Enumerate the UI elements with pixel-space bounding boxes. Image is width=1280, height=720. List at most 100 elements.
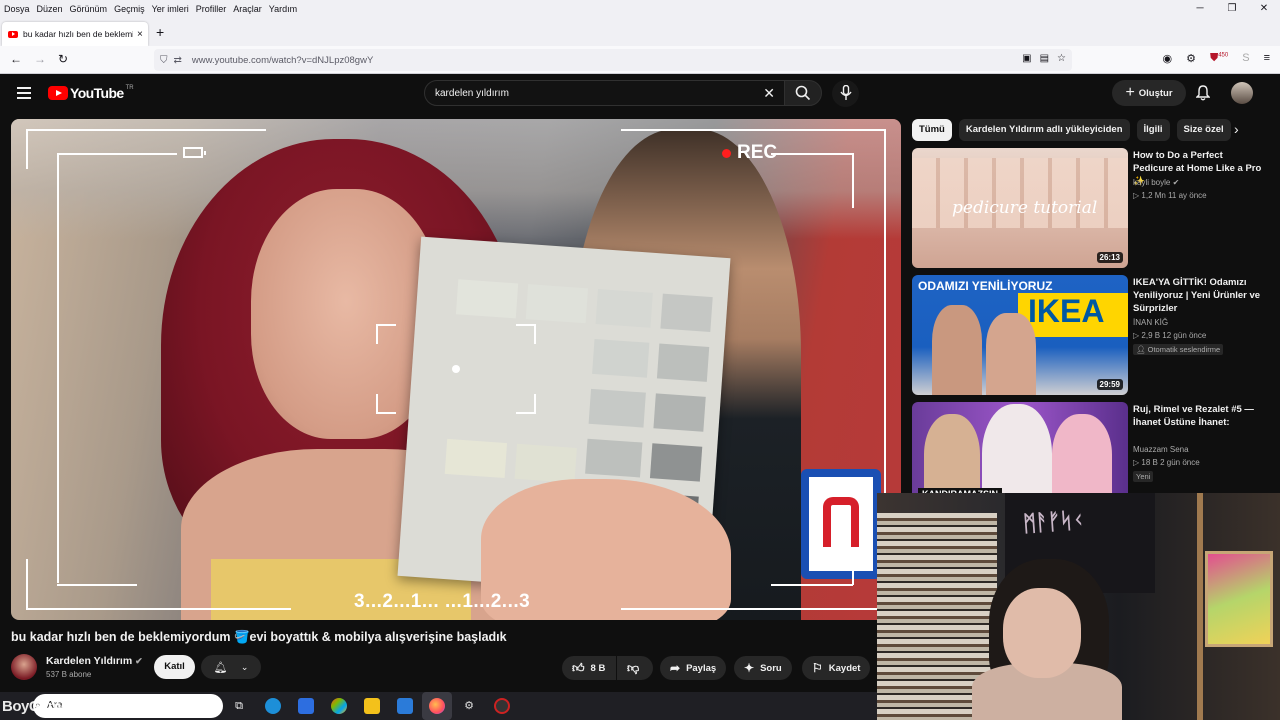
firefox-icon xyxy=(429,698,445,714)
subscriber-count: 537 B abone xyxy=(46,670,92,679)
channel-watermark: BoyGame xyxy=(2,698,69,715)
menu-view[interactable]: Görünüm xyxy=(70,4,108,14)
status-badge-text: Otomatik seslendirme xyxy=(1147,345,1221,354)
channel-name[interactable]: Muazzam Sena xyxy=(1133,445,1189,454)
share-button[interactable]: ➦ Paylaş xyxy=(660,656,727,680)
video-stats-text: 1,2 Mn 11 ay önce xyxy=(1141,191,1207,200)
pip-icon[interactable]: ▣ xyxy=(1022,53,1031,64)
create-label: Oluştur xyxy=(1138,87,1173,99)
ublock-icon[interactable]: ⛊450 xyxy=(1210,52,1228,65)
menu-history[interactable]: Geçmiş xyxy=(114,4,145,14)
close-window-icon[interactable]: ✕ xyxy=(1248,0,1280,18)
chip-related[interactable]: İlgili xyxy=(1136,119,1170,141)
obs-icon[interactable] xyxy=(494,698,510,714)
voice-search-button[interactable] xyxy=(832,80,859,107)
recommendation-item[interactable]: pedicure tutorial 26:13 How to Do a Perf… xyxy=(912,148,1272,268)
notifications-bell-icon[interactable] xyxy=(1196,85,1210,101)
dislike-button[interactable]: 👎︎ xyxy=(617,656,653,680)
menu-help[interactable]: Yardım xyxy=(269,4,297,14)
menu-profiles[interactable]: Profiller xyxy=(196,4,227,14)
menu-tools[interactable]: Araçlar xyxy=(233,4,262,14)
youtube-header: YouTube TR kardelen yıldırım ✕ + Oluştur xyxy=(0,74,1280,112)
countdown-text: 3...2...1... ...1...2...3 xyxy=(354,591,531,612)
reader-icon[interactable]: ▤ xyxy=(1040,53,1049,64)
channel-name[interactable]: Kardelen Yıldırım ✔ xyxy=(46,655,143,667)
video-player[interactable]: REC 3...2...1... ...1...2...3 xyxy=(11,119,901,620)
search-input[interactable]: kardelen yıldırım ✕ xyxy=(424,80,786,106)
extension-s-icon[interactable]: S xyxy=(1242,52,1249,65)
search-query[interactable]: kardelen yıldırım xyxy=(435,88,509,99)
chip-for-you[interactable]: Size özel xyxy=(1176,119,1231,141)
record-dot-icon xyxy=(722,149,731,158)
channel-name-text[interactable]: Kardelen Yıldırım xyxy=(46,655,132,667)
ask-label: Soru xyxy=(760,662,782,674)
channel-name-text[interactable]: kayli boyle xyxy=(1133,178,1170,187)
menu-bookmarks[interactable]: Yer imleri xyxy=(152,4,189,14)
bookmark-star-icon[interactable]: ☆ xyxy=(1057,53,1066,64)
extensions-icon[interactable]: ⚙ xyxy=(1186,52,1196,65)
thumb-caption: pedicure tutorial xyxy=(952,198,1098,218)
channel-name[interactable]: İNAN KİĞ xyxy=(1133,318,1168,327)
scene-store-sign xyxy=(801,469,881,579)
store-icon[interactable] xyxy=(298,698,314,714)
hamburger-menu-icon[interactable]: ≡ xyxy=(1264,52,1270,65)
address-bar[interactable]: ⛉ ⇄ www.youtube.com/watch?v=dNJLpz08gwY … xyxy=(154,49,1072,71)
tab-title: bu kadar hızlı ben de beklemiyordum xyxy=(23,29,133,39)
menu-edit[interactable]: Düzen xyxy=(37,4,63,14)
recommendation-item[interactable]: ODAMIZI YENİLİYORUZ IKEA 29:59 IKEA'YA G… xyxy=(912,275,1272,395)
logo-text: YouTube xyxy=(70,85,124,101)
bell-icon: 🔔︎ xyxy=(213,661,228,674)
restore-icon[interactable]: ❐ xyxy=(1216,0,1248,18)
like-button[interactable]: 👍︎ 8 B xyxy=(562,656,616,680)
microphone-icon xyxy=(840,85,852,100)
video-thumbnail[interactable]: ODAMIZI YENİLİYORUZ IKEA 29:59 xyxy=(912,275,1128,395)
video-title[interactable]: Ruj, Rimel ve Rezalet #5 — İhanet Üstüne… xyxy=(1133,403,1263,429)
edge-icon[interactable] xyxy=(265,698,281,714)
account-icon[interactable]: ◉ xyxy=(1162,52,1172,65)
minimize-icon[interactable]: ─ xyxy=(1184,0,1216,18)
permissions-icon[interactable]: ⇄ xyxy=(174,55,182,66)
join-button[interactable]: Katıl xyxy=(154,655,195,679)
new-tab-button[interactable]: + xyxy=(156,24,164,40)
webcam-overlay: ᛗᚨᚠᛋᚲ xyxy=(877,493,1280,720)
bookmark-icon: ⚐ xyxy=(812,661,823,675)
search-button[interactable] xyxy=(784,80,822,106)
forward-icon[interactable]: → xyxy=(34,52,46,66)
channel-avatar[interactable] xyxy=(11,654,37,680)
guide-menu-icon[interactable] xyxy=(17,87,31,102)
scene-streamer-face xyxy=(1003,588,1081,678)
reload-icon[interactable]: ↻ xyxy=(58,52,68,66)
chevron-right-icon[interactable]: › xyxy=(1234,121,1239,137)
tab-youtube[interactable]: bu kadar hızlı ben de beklemiyordum × xyxy=(2,22,148,46)
youtube-play-icon xyxy=(48,86,68,100)
video-thumbnail[interactable]: pedicure tutorial 26:13 xyxy=(912,148,1128,268)
copilot-icon[interactable] xyxy=(331,698,347,714)
chip-from-uploader[interactable]: Kardelen Yıldırım adlı yükleyiciden xyxy=(958,119,1130,141)
user-avatar[interactable] xyxy=(1231,82,1253,104)
verified-icon: ✔ xyxy=(1172,178,1180,187)
settings-icon[interactable]: ⚙ xyxy=(461,698,477,714)
shield-icon[interactable]: ⛉ xyxy=(160,55,168,66)
ask-button[interactable]: ✦ Soru xyxy=(734,656,792,680)
video-title: bu kadar hızlı ben de beklemiyordum 🪣evi… xyxy=(11,630,507,644)
notification-toggle[interactable]: 🔔︎ ⌄ xyxy=(201,655,261,679)
url-text[interactable]: www.youtube.com/watch?v=dNJLpz08gwY xyxy=(192,55,373,66)
save-button[interactable]: ⚐ Kaydet xyxy=(802,656,871,680)
file-explorer-icon[interactable] xyxy=(364,698,380,714)
tab-close-icon[interactable]: × xyxy=(137,29,143,40)
channel-name[interactable]: kayli boyle ✔ xyxy=(1133,178,1179,187)
mail-icon[interactable] xyxy=(397,698,413,714)
clear-search-icon[interactable]: ✕ xyxy=(763,85,775,102)
menu-file[interactable]: Dosya xyxy=(4,4,30,14)
create-button[interactable]: + Oluştur xyxy=(1112,80,1186,106)
task-view-icon[interactable]: ⧉ xyxy=(231,698,247,714)
chip-all[interactable]: Tümü xyxy=(912,119,952,141)
firefox-taskbar-button[interactable] xyxy=(422,692,452,720)
country-code: TR xyxy=(125,85,134,91)
play-count-icon: ▷ xyxy=(1133,331,1140,340)
status-badge: 👤︎ Otomatik seslendirme xyxy=(1133,344,1224,355)
youtube-logo[interactable]: YouTube TR xyxy=(48,85,134,101)
video-title[interactable]: IKEA'YA GİTTİK! Odamızı Yeniliyoruz | Ye… xyxy=(1133,276,1263,315)
chevron-down-icon: ⌄ xyxy=(240,661,249,672)
back-icon[interactable]: ← xyxy=(10,52,22,66)
